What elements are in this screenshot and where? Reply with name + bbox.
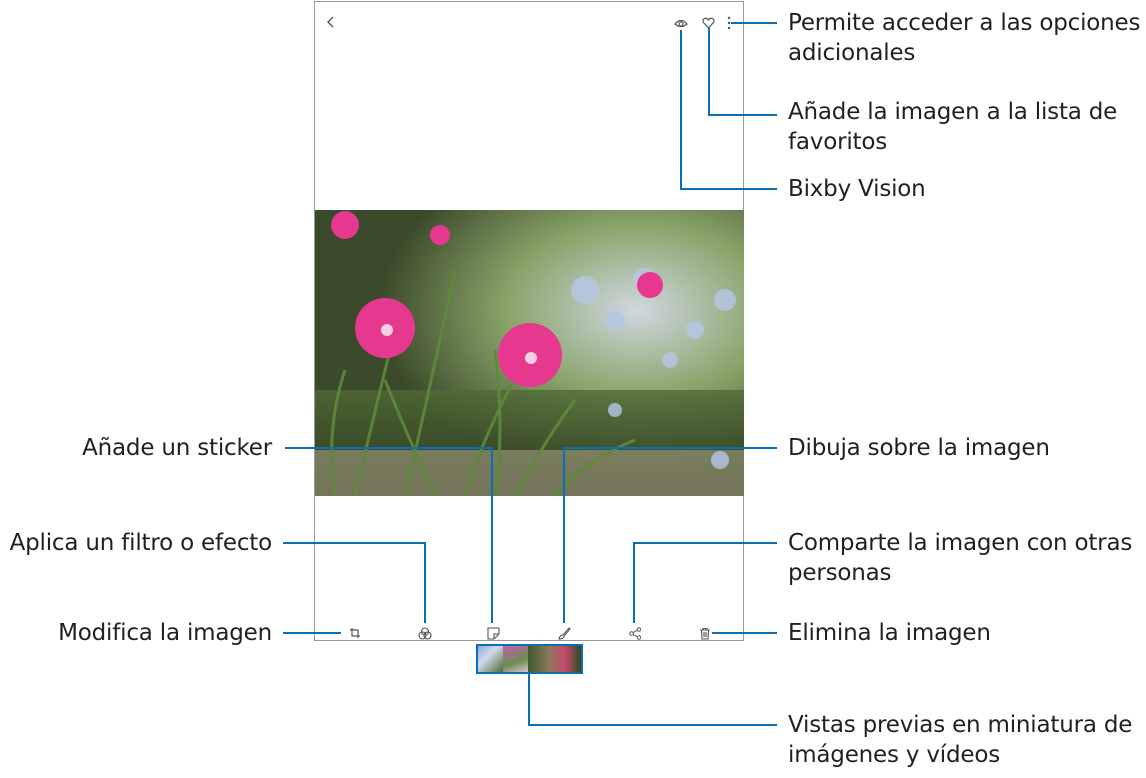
draw-brush-icon[interactable] bbox=[558, 627, 571, 640]
callout-share: Comparte la imagen con otras personas bbox=[788, 530, 1133, 586]
filter-effect-icon[interactable] bbox=[418, 627, 432, 640]
callout-edit: Modifica la imagen bbox=[58, 620, 272, 646]
back-chevron-icon[interactable] bbox=[325, 15, 337, 29]
thumbnail-2[interactable] bbox=[503, 646, 528, 672]
share-icon[interactable] bbox=[629, 627, 641, 640]
sticker-icon[interactable] bbox=[487, 627, 500, 640]
delete-trash-icon[interactable] bbox=[699, 627, 711, 640]
edit-crop-rotate-icon[interactable] bbox=[349, 627, 361, 639]
thumbnail-3[interactable] bbox=[528, 646, 581, 672]
callout-more-options: Permite acceder a las opciones adicionale… bbox=[788, 10, 1141, 66]
callout-sticker: Añade un sticker bbox=[82, 435, 272, 461]
bixby-vision-eye-icon[interactable] bbox=[674, 17, 688, 29]
thumbnail-1[interactable] bbox=[478, 646, 503, 672]
callout-draw: Dibuja sobre la imagen bbox=[788, 435, 1050, 461]
thumbnail-strip[interactable] bbox=[476, 644, 583, 674]
callout-favorite: Añade la imagen a la lista de favoritos bbox=[788, 99, 1118, 155]
flower-photo[interactable] bbox=[315, 210, 744, 496]
callout-delete: Elimina la imagen bbox=[788, 620, 991, 646]
callout-filter: Aplica un filtro o efecto bbox=[9, 530, 273, 556]
callout-thumbnails: Vistas previas en miniatura de imágenes y… bbox=[788, 712, 1133, 768]
callout-bixby-vision: Bixby Vision bbox=[788, 176, 926, 202]
